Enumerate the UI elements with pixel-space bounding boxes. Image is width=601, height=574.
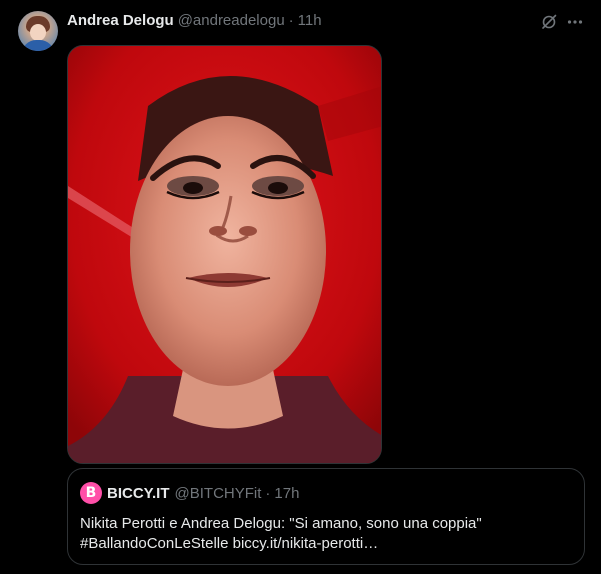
grok-icon: [542, 14, 557, 29]
header-separator: ·: [288, 11, 294, 29]
author-display-name[interactable]: Andrea Delogu: [67, 12, 174, 29]
quoted-text-line-2[interactable]: #BallandoConLeStelle biccy.it/nikita-per…: [80, 534, 570, 554]
quoted-tweet-header: B BICCY.IT @BITCHYFit · 17h: [80, 482, 299, 504]
quoted-handle[interactable]: @BITCHYFit: [175, 485, 262, 502]
tweet-timestamp[interactable]: 11h: [298, 12, 322, 29]
video-thumbnail-image: [68, 46, 381, 463]
quoted-tweet-text: Nikita Perotti e Andrea Delogu: "Si aman…: [80, 514, 570, 554]
quoted-timestamp[interactable]: 17h: [274, 485, 299, 502]
quoted-avatar-letter: B: [85, 485, 97, 501]
tweet-header: Andrea Delogu @andreadelogu · 11h: [67, 10, 322, 30]
quoted-display-name[interactable]: BICCY.IT: [107, 485, 170, 502]
quoted-tweet[interactable]: B BICCY.IT @BITCHYFit · 17h Nikita Perot…: [67, 468, 585, 565]
profile-avatar[interactable]: [18, 11, 58, 51]
quoted-text-line-1: Nikita Perotti e Andrea Delogu: "Si aman…: [80, 515, 482, 532]
tweet-media-video[interactable]: [67, 45, 382, 464]
grok-button[interactable]: [538, 11, 560, 33]
avatar-shirt: [22, 40, 54, 51]
more-horizontal-icon: [567, 20, 583, 24]
author-handle[interactable]: @andreadelogu: [178, 12, 285, 29]
avatar-face: [30, 24, 46, 41]
quoted-separator: ·: [265, 484, 271, 502]
more-options-button[interactable]: [563, 11, 587, 33]
quoted-avatar-logo-icon[interactable]: B: [80, 482, 102, 504]
tweet: Andrea Delogu @andreadelogu · 11h B BICC…: [0, 0, 601, 574]
